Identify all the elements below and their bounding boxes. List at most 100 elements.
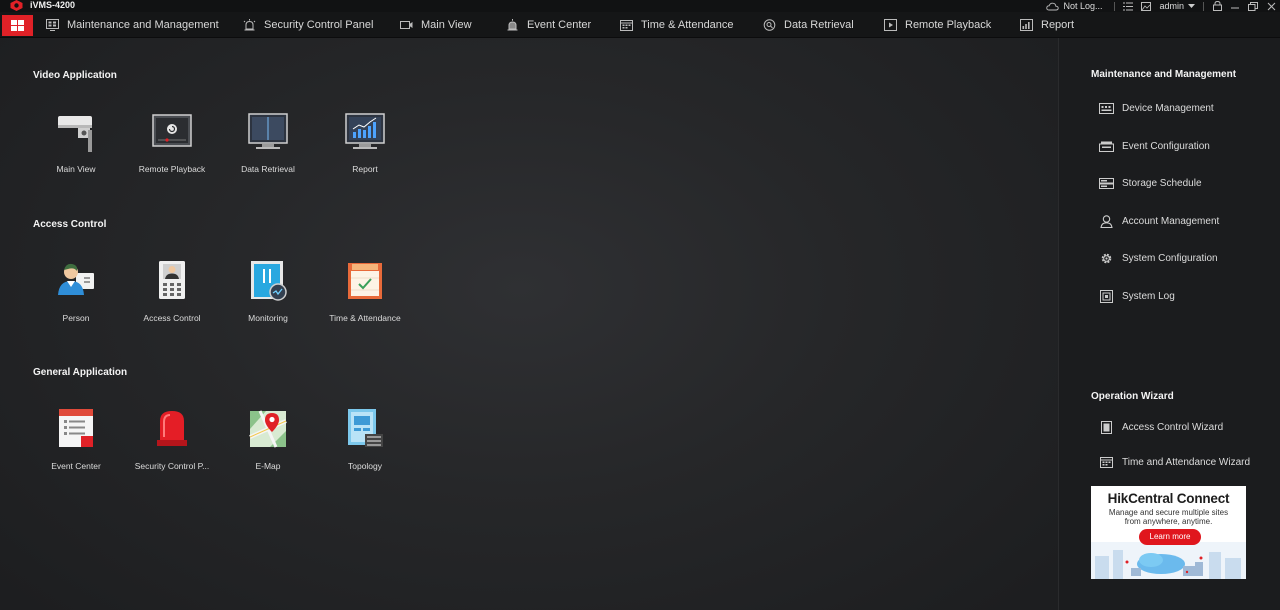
- event-list-icon: [59, 409, 93, 447]
- side-item-system-configuration[interactable]: System Configuration: [1099, 250, 1218, 266]
- nav-tab-security-control-panel[interactable]: Security Control Panel: [243, 12, 373, 38]
- home-button[interactable]: [2, 15, 33, 36]
- camera-icon: [58, 116, 92, 152]
- app-label: Event Center: [51, 461, 101, 471]
- side-title-operation-wizard: Operation Wizard: [1091, 391, 1174, 402]
- app-label: Time & Attendance: [329, 313, 401, 323]
- alarm-light-icon: [157, 411, 187, 446]
- app-time-attendance[interactable]: Time & Attendance: [317, 259, 413, 339]
- title-bar: iVMS-4200 Not Log... admin: [0, 0, 1280, 12]
- side-item-label: System Configuration: [1122, 252, 1218, 264]
- lock-icon[interactable]: [1208, 0, 1226, 12]
- app-data-retrieval[interactable]: Data Retrieval: [220, 110, 316, 190]
- app-label: Topology: [347, 461, 383, 471]
- app-label: Access Control: [143, 313, 201, 323]
- nav-tab-event-center[interactable]: Event Center: [506, 12, 591, 38]
- side-item-time-attendance-wizard[interactable]: Time and Attendance Wizard: [1099, 454, 1250, 470]
- calendar-check-icon: [348, 263, 382, 299]
- side-item-device-management[interactable]: Device Management: [1099, 100, 1214, 116]
- side-item-account-management[interactable]: Account Management: [1099, 213, 1219, 229]
- app-e-map[interactable]: E-Map: [220, 407, 316, 487]
- banner-subtitle: Manage and secure multiple sites from an…: [1091, 508, 1246, 526]
- hikcentral-connect-banner[interactable]: HikCentral Connect Manage and secure mul…: [1091, 486, 1246, 579]
- nav-tab-label: Maintenance and Management: [67, 19, 219, 31]
- log-icon: [1099, 289, 1114, 303]
- close-icon[interactable]: [1262, 0, 1280, 12]
- app-label: Security Control P...: [134, 461, 210, 471]
- nav-tab-maintenance[interactable]: Maintenance and Management: [46, 12, 219, 38]
- app-main-view[interactable]: Main View: [28, 110, 124, 190]
- app-report[interactable]: Report: [317, 110, 413, 190]
- device-icon: [1099, 102, 1114, 115]
- side-item-access-control-wizard[interactable]: Access Control Wizard: [1099, 419, 1223, 435]
- nav-tab-report[interactable]: Report: [1020, 12, 1074, 38]
- calendar-icon: [620, 19, 633, 31]
- side-item-event-configuration[interactable]: Event Configuration: [1099, 138, 1210, 154]
- banner-subtitle-line: Manage and secure multiple sites: [1108, 508, 1229, 517]
- app-label: Data Retrieval: [241, 164, 295, 174]
- city-illustration-icon: [1091, 542, 1246, 579]
- calendar-icon: [1099, 456, 1114, 469]
- side-item-system-log[interactable]: System Log: [1099, 288, 1175, 304]
- title-controls: Not Log... admin: [1046, 0, 1280, 12]
- event-config-icon: [1099, 140, 1114, 153]
- app-label: Report: [352, 164, 378, 174]
- side-item-storage-schedule[interactable]: Storage Schedule: [1099, 175, 1202, 191]
- nav-tab-main-view[interactable]: Main View: [400, 12, 472, 38]
- app-remote-playback[interactable]: Remote Playback: [124, 110, 220, 190]
- side-item-label: Device Management: [1122, 102, 1214, 114]
- login-status[interactable]: Not Log...: [1046, 1, 1110, 11]
- app-access-control[interactable]: Access Control: [124, 259, 220, 339]
- nav-tab-remote-playback[interactable]: Remote Playback: [884, 12, 991, 38]
- app-label: Remote Playback: [138, 164, 206, 174]
- side-item-label: System Log: [1122, 290, 1175, 302]
- storage-icon: [1099, 177, 1114, 190]
- section-title-general-application: General Application: [33, 367, 128, 378]
- side-item-label: Account Management: [1122, 215, 1220, 227]
- gear-icon: [1099, 252, 1114, 265]
- data-monitor-icon: [248, 113, 288, 149]
- nav-tab-label: Time & Attendance: [641, 19, 734, 31]
- app-topology[interactable]: Topology: [317, 407, 413, 487]
- side-item-label: Time and Attendance Wizard: [1122, 456, 1251, 468]
- cloud-icon: [1046, 2, 1060, 10]
- nav-tab-label: Data Retrieval: [784, 19, 854, 31]
- camera-icon: [400, 19, 413, 31]
- topology-icon: [348, 409, 383, 447]
- door-icon: [1099, 420, 1114, 434]
- chevron-down-icon: [1188, 3, 1195, 8]
- app-label: Person: [62, 313, 90, 323]
- nav-tab-time-attendance[interactable]: Time & Attendance: [620, 12, 734, 38]
- app-label: Monitoring: [248, 313, 288, 323]
- picture-icon[interactable]: [1137, 0, 1155, 12]
- app-label: Main View: [56, 164, 96, 174]
- map-pin-icon: [249, 410, 287, 448]
- door-monitoring-icon: [251, 261, 287, 301]
- banner-subtitle-line: from anywhere, anytime.: [1124, 517, 1213, 526]
- door-terminal-icon: [159, 261, 185, 299]
- app-monitoring[interactable]: Monitoring: [220, 259, 316, 339]
- side-title-maintenance: Maintenance and Management: [1091, 69, 1237, 80]
- section-title-access-control: Access Control: [33, 219, 107, 230]
- nav-tab-data-retrieval[interactable]: Data Retrieval: [763, 12, 854, 38]
- main-content: Video Application Main View Remote Playb…: [0, 38, 1058, 610]
- separator: [1114, 1, 1116, 11]
- separator: [1203, 1, 1204, 11]
- app-label: E-Map: [255, 461, 281, 471]
- nav-tab-label: Remote Playback: [905, 19, 992, 31]
- minimize-icon[interactable]: [1226, 0, 1244, 12]
- learn-more-button[interactable]: Learn more: [1139, 529, 1201, 545]
- app-security-control-panel[interactable]: Security Control P...: [124, 407, 220, 487]
- task-list-icon[interactable]: [1119, 0, 1137, 12]
- report-icon: [1020, 19, 1033, 31]
- side-item-label: Storage Schedule: [1122, 177, 1202, 189]
- restore-icon[interactable]: [1244, 0, 1262, 12]
- app-event-center[interactable]: Event Center: [28, 407, 124, 487]
- banner-title: HikCentral Connect: [1107, 491, 1230, 506]
- user-menu[interactable]: admin: [1155, 1, 1199, 11]
- app-person[interactable]: Person: [28, 259, 124, 339]
- chart-monitor-icon: [345, 113, 385, 149]
- siren-icon: [506, 19, 519, 31]
- playback-icon: [884, 19, 897, 31]
- user-icon: [1099, 214, 1114, 228]
